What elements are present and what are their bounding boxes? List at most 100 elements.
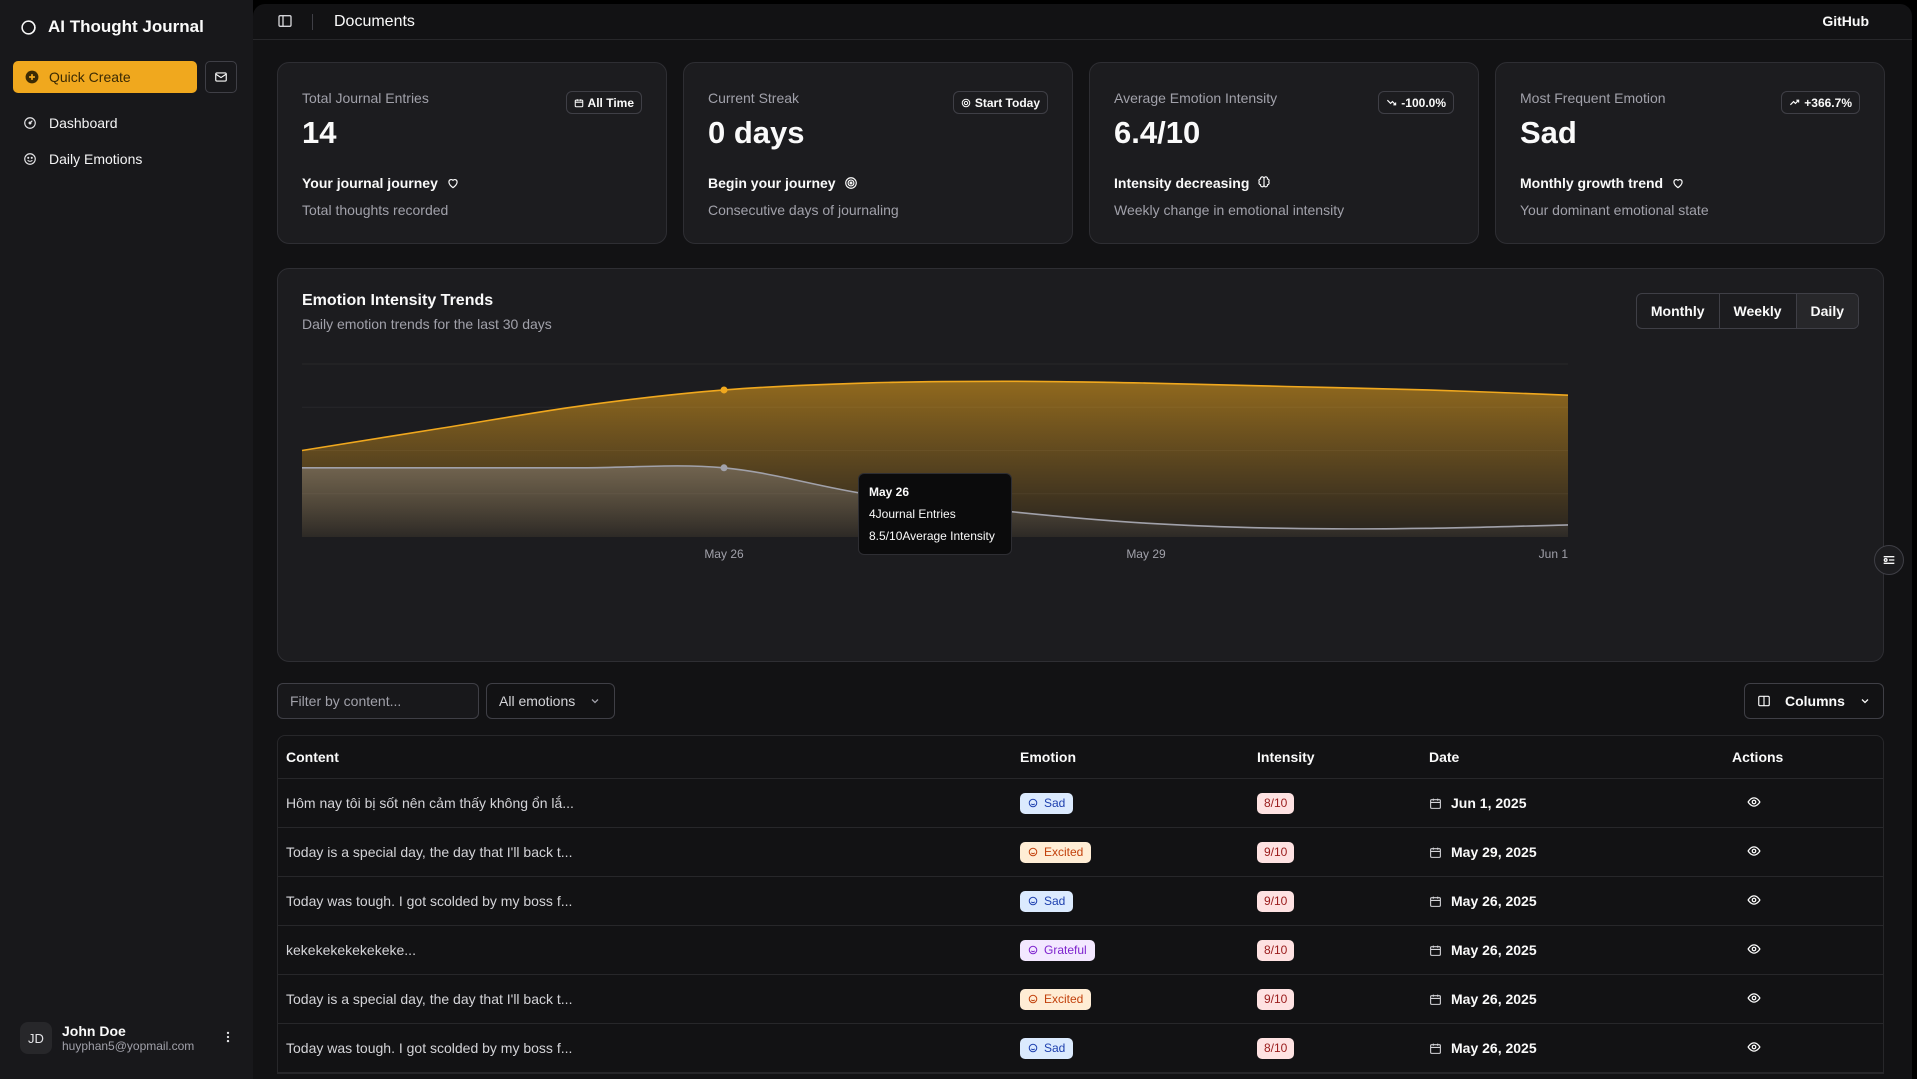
entry-date: May 26, 2025 [1451,942,1537,958]
table-row[interactable]: Today was tough. I got scolded by my bos… [278,1024,1883,1073]
view-entry-button[interactable] [1747,845,1761,861]
header-date[interactable]: Date [1429,749,1732,765]
table-row[interactable]: kekekekekekekeke... Grateful 8/10 May 26, 2… [278,926,1883,975]
emotion-cell: Sad [1020,792,1257,814]
stat-badge-label: All Time [587,95,634,110]
actions-cell [1732,991,1882,1008]
stat-card-most-frequent-emotion: Most Frequent Emotion Sad +366.7% Monthl… [1495,62,1885,244]
emotion-badge: Excited [1020,841,1092,863]
smile-icon [24,153,36,165]
smile-icon [1028,1043,1038,1053]
tooltip-intensity: 8.5/10Average Intensity [869,529,995,543]
emotion-filter-value: All emotions [499,693,576,709]
actions-cell [1732,942,1882,959]
header-actions: Actions [1732,749,1784,765]
x-axis-tick-label: May 26 [704,547,744,561]
target-icon [961,98,971,107]
stat-badge: -100.0% [1378,91,1454,114]
emotion-badge: Sad [1020,890,1074,912]
sliders-icon [1883,556,1895,564]
emotion-cell: Sad [1020,890,1257,912]
sidebar-item-daily-emotions[interactable]: Daily Emotions [13,141,240,177]
avatar: JD [20,1022,52,1054]
trend-up-icon [1790,99,1800,106]
app-logo-icon [21,19,36,35]
actions-cell [1732,795,1882,812]
actions-cell [1732,1040,1882,1057]
stat-badge: All Time [565,91,642,114]
intensity-badge: 9/10 [1257,890,1295,912]
stat-badge-label: Start Today [974,95,1040,110]
intensity-badge: 8/10 [1257,792,1295,814]
columns-button[interactable]: Columns [1744,683,1884,719]
stat-value: 0 days [708,115,805,150]
table-row[interactable]: Today was tough. I got scolded by my bos… [278,877,1883,926]
emotion-cell: Sad [1020,1037,1257,1059]
view-entry-button[interactable] [1747,943,1761,959]
date-cell: May 26, 2025 [1429,942,1732,958]
stat-footer-label: Begin your journey [708,175,836,191]
stat-footer: Monthly growth trend [1520,175,1685,191]
inbox-button[interactable] [205,61,237,93]
emotion-cell: Excited [1020,988,1257,1010]
emotion-trends-chart-card: Emotion Intensity Trends Daily emotion t… [277,268,1884,662]
table-body: Hôm nay tôi bị sốt nên cảm thấy không ổn… [278,779,1883,1073]
date-cell: May 29, 2025 [1429,844,1732,860]
user-email: huyphan5@yopmail.com [62,1039,195,1053]
stat-footer: Begin your journey [708,175,858,191]
eye-icon [1747,894,1761,905]
table-row[interactable]: Today is a special day, the day that I'l… [278,828,1883,877]
stat-label: Current Streak [708,90,800,106]
filter-content-input[interactable] [277,683,479,719]
stat-card-average-intensity: Average Emotion Intensity 6.4/10 -100.0%… [1089,62,1479,244]
sidebar-item-label: Daily Emotions [49,151,143,167]
stat-footer-label: Intensity decreasing [1114,175,1250,191]
intensity-badge: 9/10 [1257,988,1295,1010]
entry-content: Hôm nay tôi bị sốt nên cảm thấy không ổn… [286,795,574,811]
calendar-icon [1430,945,1441,956]
user-profile[interactable]: JD John Doe huyphan5@yopmail.com [20,1022,235,1054]
panel-toggle-button[interactable] [1874,545,1904,575]
calendar-icon [574,98,583,107]
stat-card-total-entries: Total Journal Entries 14 All Time Your j… [277,62,667,244]
header-emotion[interactable]: Emotion [1020,749,1257,765]
intensity-cell: 9/10 [1257,841,1429,863]
stat-badge-label: +366.7% [1804,95,1852,110]
entry-content: Today was tough. I got scolded by my bos… [286,1040,573,1056]
sidebar-item-dashboard[interactable]: Dashboard [13,105,240,141]
emotion-cell: Grateful [1020,939,1257,961]
area-chart[interactable]: May 26 May 29 Jun 1 [278,269,1885,663]
view-entry-button[interactable] [1747,992,1761,1008]
table-header: Content Emotion Intensity Date Actions [278,736,1883,779]
entry-content: Today is a special day, the day that I'l… [286,991,573,1007]
page-title: Documents [334,13,415,30]
stat-description: Consecutive days of journaling [708,202,899,218]
intensity-cell: 9/10 [1257,988,1429,1010]
topbar-divider [312,14,313,30]
github-link[interactable]: GitHub [1822,13,1869,29]
smile-icon [1028,798,1038,808]
stat-label: Most Frequent Emotion [1520,90,1666,106]
view-entry-button[interactable] [1747,796,1761,812]
view-entry-button[interactable] [1747,894,1761,910]
brain-icon [1258,176,1271,188]
calendar-icon [1430,847,1441,858]
brand[interactable]: AI Thought Journal [20,17,204,37]
eye-icon [1747,845,1761,856]
stat-label: Average Emotion Intensity [1114,90,1278,106]
quick-create-button[interactable]: Quick Create [13,61,197,93]
entry-date: May 26, 2025 [1451,1040,1537,1056]
emotion-filter-select[interactable]: All emotions [486,683,615,719]
eye-icon [1747,796,1761,807]
header-intensity[interactable]: Intensity [1257,749,1429,765]
sidebar-toggle-button[interactable] [277,13,293,32]
table-row[interactable]: Today is a special day, the day that I'l… [278,975,1883,1024]
user-menu-button[interactable] [221,1030,235,1047]
stat-badge: Start Today [952,91,1048,114]
header-content[interactable]: Content [278,749,1020,765]
view-entry-button[interactable] [1747,1041,1761,1057]
stat-description: Your dominant emotional state [1520,202,1709,218]
date-cell: Jun 1, 2025 [1429,795,1732,811]
table-row[interactable]: Hôm nay tôi bị sốt nên cảm thấy không ổn… [278,779,1883,828]
journal-entries-table: Content Emotion Intensity Date Actions H… [277,735,1884,1074]
